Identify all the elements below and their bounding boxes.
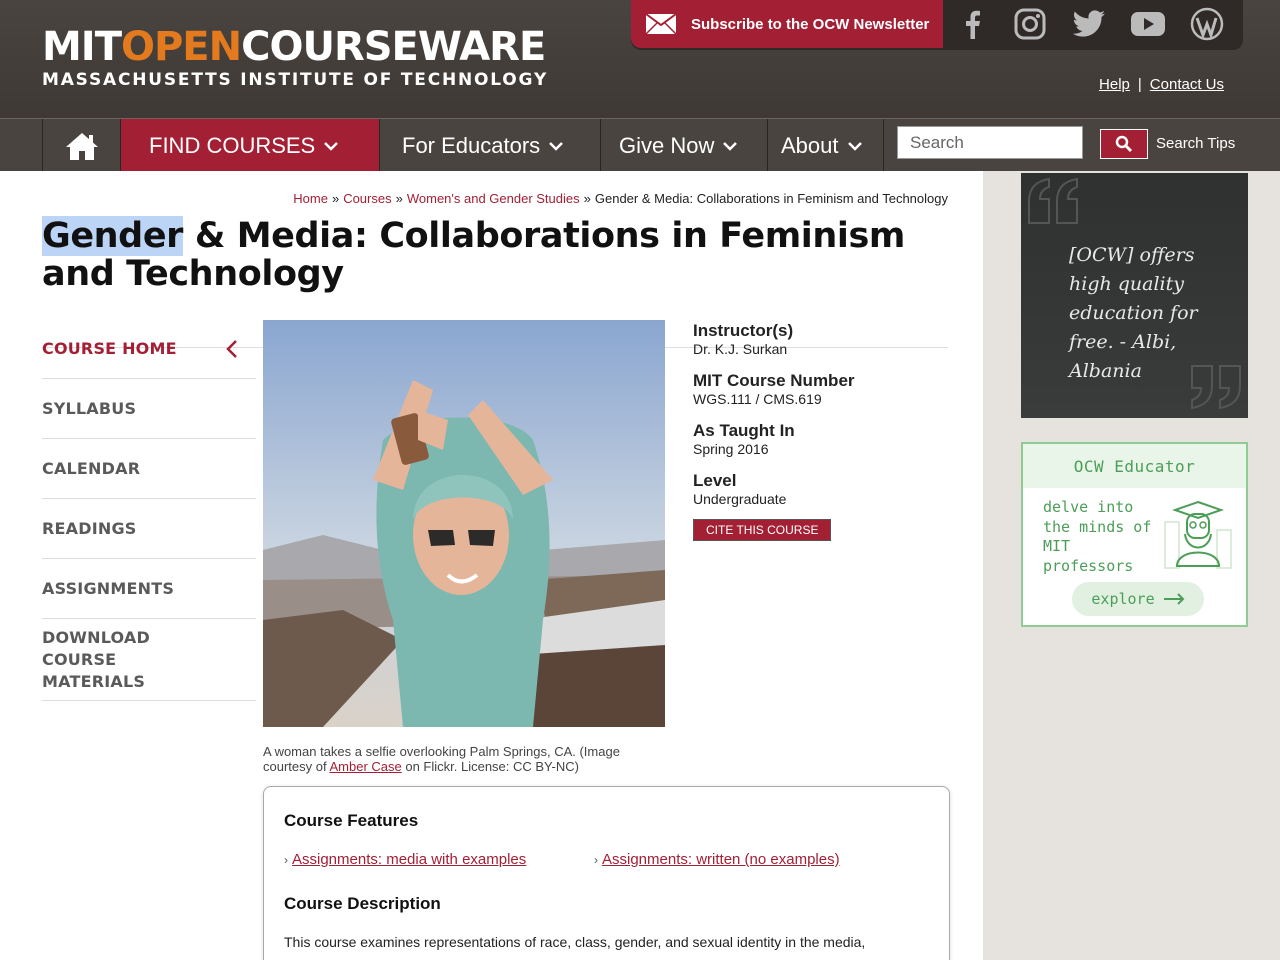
cite-course-button[interactable]: CITE THIS COURSE (693, 519, 832, 541)
course-description-heading: Course Description (284, 894, 441, 913)
breadcrumb-separator: » (583, 191, 591, 206)
main-content: Home» Courses» Women's and Gender Studies»… (0, 171, 983, 960)
chevron-down-icon (549, 141, 564, 151)
course-image (263, 320, 665, 727)
bullet-icon: › (284, 853, 288, 867)
explore-button[interactable]: explore (1072, 582, 1204, 616)
wordpress-icon[interactable] (1187, 4, 1227, 44)
instagram-icon[interactable] (1010, 4, 1050, 44)
sidenav-label: COURSE HOME (42, 339, 177, 358)
sidenav-readings[interactable]: READINGS (42, 499, 256, 559)
newsletter-label: Subscribe to the OCW Newsletter (691, 15, 930, 33)
search-tips-link[interactable]: Search Tips (1156, 135, 1235, 152)
logo-subtitle: MASSACHUSETTS INSTITUTE OF TECHNOLOGY (42, 70, 549, 90)
level-heading: Level (693, 471, 737, 490)
arrow-right-icon (1163, 593, 1185, 605)
sidenav-calendar[interactable]: CALENDAR (42, 439, 256, 499)
course-info: Instructor(s) Dr. K.J. Surkan MIT Course… (693, 321, 953, 541)
help-links: Help | Contact Us (1099, 76, 1224, 93)
chevron-down-icon (324, 141, 339, 151)
ocw-logo[interactable]: MITOPENCOURSEWARE (42, 24, 546, 70)
chevron-left-icon (226, 340, 237, 358)
sidenav-label: SYLLABUS (42, 399, 137, 418)
sidenav-syllabus[interactable]: SYLLABUS (42, 379, 256, 439)
feature-item: › Assignments: written (no examples) (594, 851, 904, 868)
course-number-heading: MIT Course Number (693, 371, 855, 390)
nav-for-educators[interactable]: For Educators (379, 119, 600, 172)
open-quote-icon (1028, 177, 1078, 224)
sidenav-course-home[interactable]: COURSE HOME (42, 319, 256, 379)
title-highlight: Gender (42, 216, 184, 256)
level-value: Undergraduate (693, 491, 787, 507)
educator-text: delve into the minds of MIT professors (1043, 498, 1152, 575)
logo-open: OPEN (120, 24, 242, 70)
nav-find-courses-label: FIND COURSES (149, 132, 316, 158)
nav-about[interactable]: About (767, 119, 884, 172)
home-icon (65, 132, 98, 160)
breadcrumb-home[interactable]: Home (293, 191, 328, 206)
feature-link-written[interactable]: Assignments: written (no examples) (602, 851, 840, 868)
search-icon (1115, 135, 1133, 153)
chevron-down-icon (723, 141, 738, 151)
breadcrumb-separator: » (331, 191, 340, 206)
nav-find-courses[interactable]: FIND COURSES (120, 119, 379, 172)
feature-links: › Assignments: media with examples › Assig… (284, 851, 929, 868)
caption-license: on Flickr. License: CC BY-NC) (401, 759, 579, 774)
feature-item: › Assignments: media with examples (284, 851, 594, 868)
help-separator: | (1137, 76, 1142, 93)
site-header: MITOPENCOURSEWARE MASSACHUSETTS INSTITUT… (0, 0, 1280, 118)
ocw-educator-promo[interactable]: OCW Educator delve into the minds of MIT… (1021, 442, 1248, 627)
home-button[interactable] (42, 119, 120, 172)
feature-link-media[interactable]: Assignments: media with examples (292, 851, 526, 868)
course-number-value: WGS.111 / CMS.619 (693, 391, 822, 407)
educator-heading: OCW Educator (1023, 444, 1246, 488)
course-description: This course examines representations of … (284, 934, 866, 950)
breadcrumb-department[interactable]: Women's and Gender Studies (407, 191, 580, 206)
sidenav-label: CALENDAR (42, 459, 141, 478)
sidenav-label: DOWNLOAD COURSE MATERIALS (42, 627, 150, 691)
sidenav-assignments[interactable]: ASSIGNMENTS (42, 559, 256, 619)
bullet-icon: › (594, 853, 598, 867)
breadcrumb-separator: » (395, 191, 403, 206)
main-nav: FIND COURSES For Educators Give Now Abou… (0, 118, 1280, 172)
youtube-icon[interactable] (1128, 4, 1168, 44)
nav-give-now-label: Give Now (619, 132, 715, 158)
taught-in-heading: As Taught In (693, 421, 795, 440)
course-features-box: Course Features › Assignments: media with… (263, 786, 950, 960)
envelope-icon (645, 13, 677, 35)
image-caption: A woman takes a selfie overlooking Palm … (263, 744, 663, 774)
search-input[interactable] (897, 126, 1083, 159)
logo-mit: MIT (42, 24, 122, 70)
taught-in-value: Spring 2016 (693, 441, 769, 457)
professor-icon (1164, 500, 1232, 569)
newsletter-button[interactable]: Subscribe to the OCW Newsletter (631, 0, 943, 48)
caption-credit-link[interactable]: Amber Case (329, 759, 401, 774)
facebook-icon[interactable] (952, 4, 992, 44)
breadcrumb-courses[interactable]: Courses (343, 191, 391, 206)
course-features-heading: Course Features (284, 811, 419, 830)
contact-link[interactable]: Contact Us (1150, 76, 1224, 93)
nav-give-now[interactable]: Give Now (600, 119, 767, 172)
twitter-icon[interactable] (1069, 4, 1109, 44)
nav-about-label: About (781, 132, 839, 158)
nav-for-educators-label: For Educators (402, 132, 541, 158)
chevron-down-icon (847, 141, 862, 151)
logo-courseware: COURSEWARE (241, 24, 546, 70)
instructor-heading: Instructor(s) (693, 321, 794, 340)
sidenav-download-course-materials[interactable]: DOWNLOAD COURSE MATERIALS (42, 619, 256, 701)
breadcrumb: Home» Courses» Women's and Gender Studies»… (293, 191, 948, 206)
sidenav-label: READINGS (42, 519, 137, 538)
sidenav-label: ASSIGNMENTS (42, 579, 175, 598)
testimonial-quote[interactable]: [OCW] offers high quality education for … (1021, 173, 1248, 418)
search-button[interactable] (1100, 129, 1148, 159)
explore-label: explore (1091, 590, 1155, 608)
breadcrumb-current: Gender & Media: Collaborations in Femini… (594, 191, 948, 206)
course-sidenav: COURSE HOME SYLLABUS CALENDAR READINGS A… (42, 319, 256, 701)
help-link[interactable]: Help (1099, 76, 1130, 93)
close-quote-icon (1191, 365, 1241, 410)
instructor-value: Dr. K.J. Surkan (693, 341, 788, 357)
